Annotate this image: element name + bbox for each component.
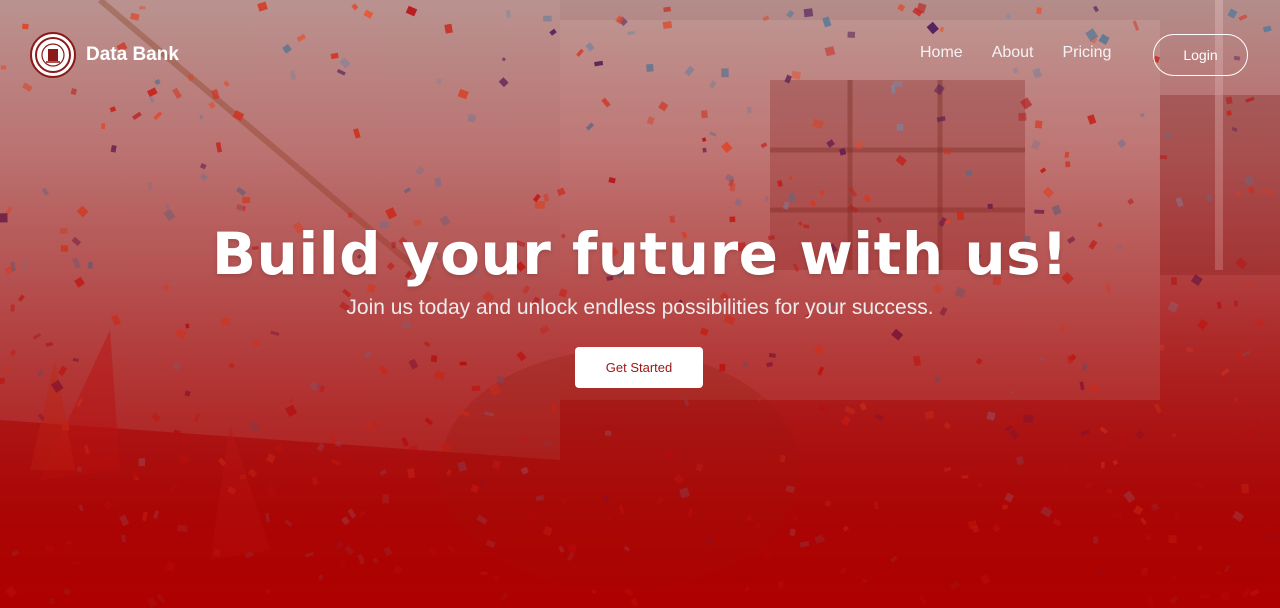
top-navbar: Data Bank Home About Pricing Login	[0, 0, 1280, 108]
nav-link-pricing[interactable]: Pricing	[1063, 44, 1112, 62]
nav-links: Home About Pricing	[920, 44, 1140, 62]
college-seal-icon	[30, 32, 76, 78]
nav-link-about[interactable]: About	[992, 44, 1034, 62]
brand-name: Data Bank	[86, 44, 179, 65]
login-button[interactable]: Login	[1153, 34, 1248, 76]
brand[interactable]: Data Bank	[30, 32, 179, 78]
hero-section: Data Bank Home About Pricing Login Build…	[0, 0, 1280, 608]
hero-subtitle: Join us today and unlock endless possibi…	[346, 296, 934, 319]
nav-link-home[interactable]: Home	[920, 44, 963, 62]
get-started-button[interactable]: Get Started	[575, 347, 703, 388]
hero-title: Build your future with us!	[211, 220, 1069, 288]
